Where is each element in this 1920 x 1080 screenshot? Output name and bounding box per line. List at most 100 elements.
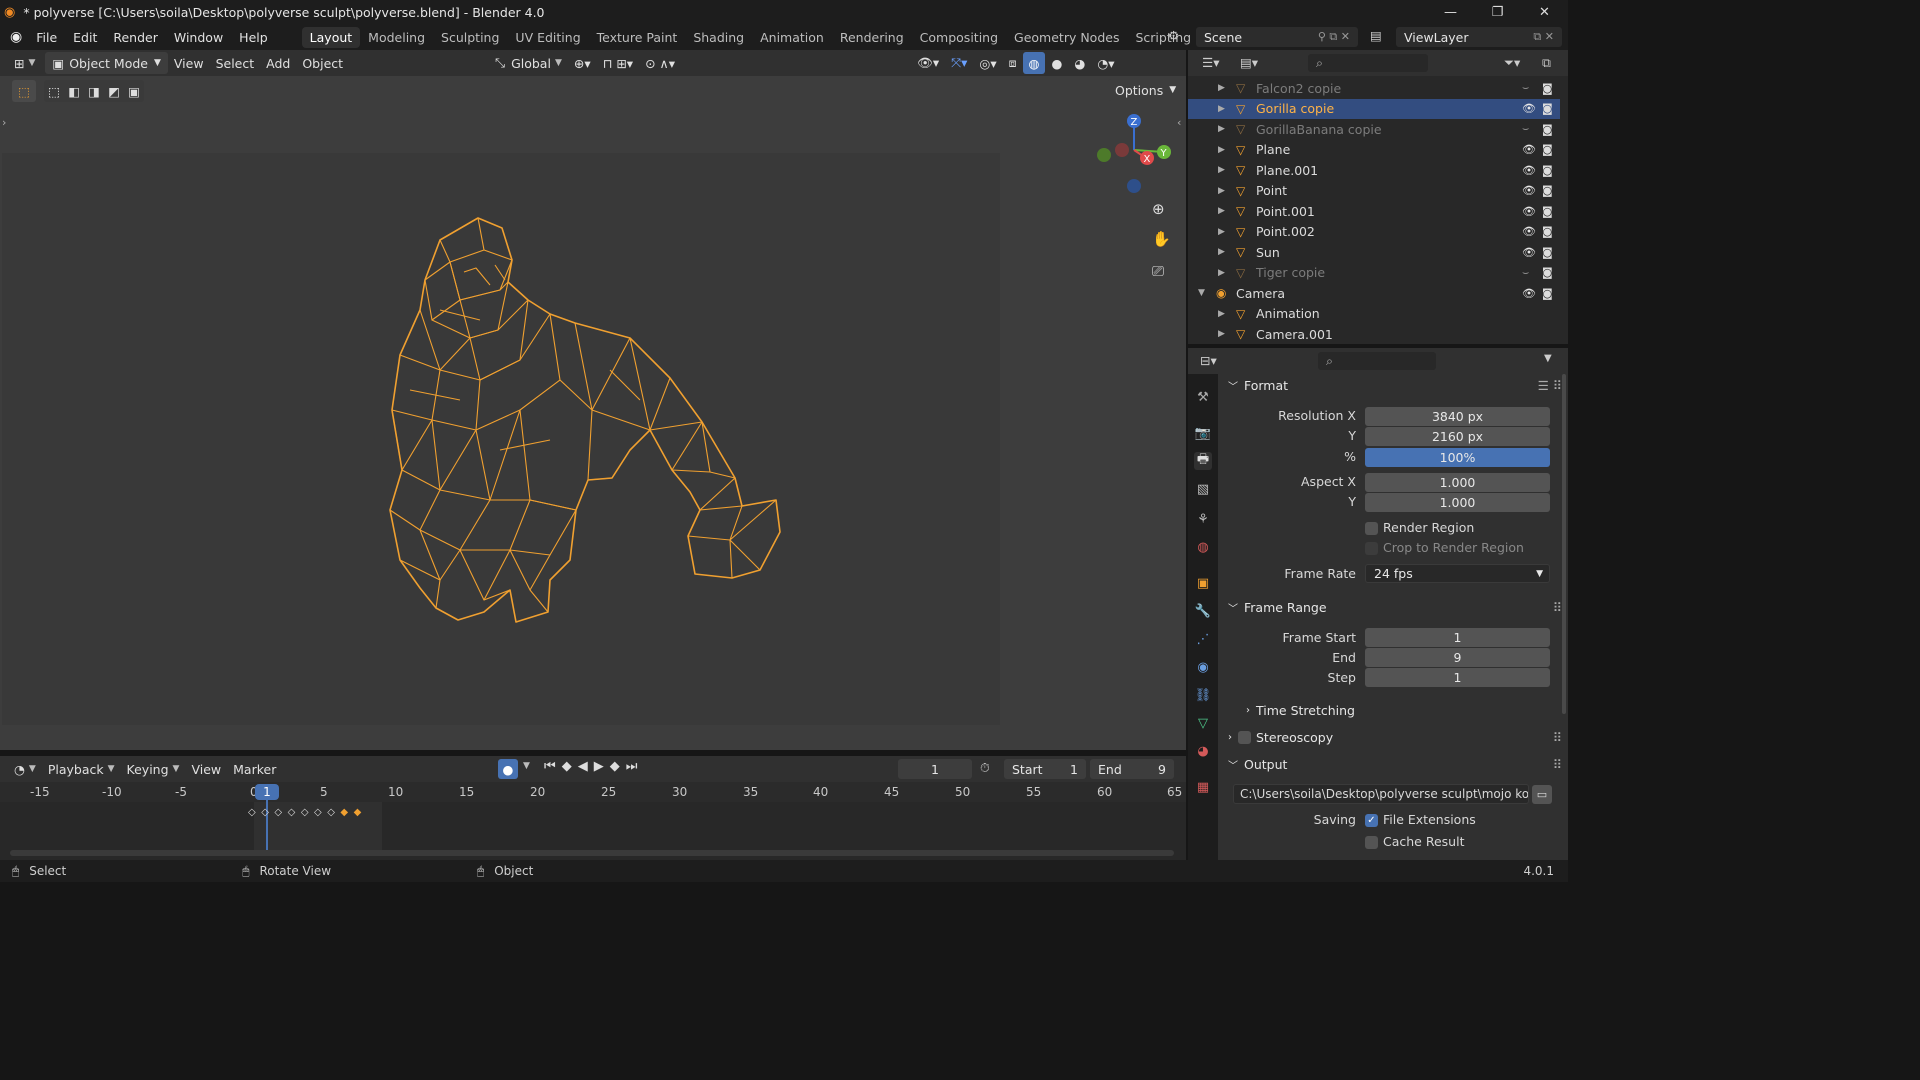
output-tab-icon[interactable]: 🖶 [1194, 452, 1212, 470]
frame-start-field[interactable]: 1 [1365, 628, 1550, 647]
render-visibility-icon[interactable]: ◙ [1542, 225, 1553, 238]
format-panel-header[interactable]: ﹀ Format ☰ ⠿ [1228, 374, 1562, 396]
expand-arrow-icon[interactable]: ▶ [1218, 206, 1225, 216]
tab-layout[interactable]: Layout [301, 26, 361, 48]
outliner-row[interactable]: ▶ ▽ Falcon2 copie ⌣ ◙ [1188, 78, 1560, 98]
outliner-row[interactable]: ▶ ▽ Sun 👁 ◙ [1188, 242, 1560, 262]
keyframe[interactable]: ◇ [314, 807, 322, 818]
scene-tab-icon[interactable]: ⚘ [1194, 510, 1212, 528]
view-layer-selector[interactable]: ViewLayer ⧉ ✕ [1396, 27, 1562, 47]
render-visibility-icon[interactable]: ◙ [1542, 143, 1553, 156]
drag-handle-icon[interactable]: ⠿ [1553, 757, 1562, 772]
start-frame-field[interactable]: Start 1 [1004, 759, 1086, 779]
keyframe[interactable]: ◇ [274, 807, 282, 818]
menu-render[interactable]: Render [105, 30, 166, 45]
render-visibility-icon[interactable]: ◙ [1542, 205, 1553, 218]
select-extend-icon[interactable]: ◧ [68, 84, 80, 99]
keyframe[interactable]: ◇ [327, 807, 335, 818]
new-collection-icon[interactable]: ⧉ [1542, 55, 1551, 71]
outliner-row[interactable]: ▶ ▽ GorillaBanana copie ⌣ ◙ [1188, 119, 1560, 139]
selection-mode-buttons[interactable]: ⬚ ◧ ◨ ◩ ▣ [44, 80, 144, 102]
new-view-layer-icon[interactable]: ⧉ ✕ [1533, 30, 1554, 44]
keying-options-icon[interactable]: ▼ [523, 761, 530, 771]
material-shading-icon[interactable]: ◕ [1068, 52, 1091, 74]
orientation-dropdown[interactable]: ⤡ Global ▼ [489, 52, 568, 74]
timeline-menu-marker[interactable]: Marker [227, 758, 282, 780]
timeline-area[interactable]: -15 -10 -5 0 5 10 15 20 25 30 35 40 45 5… [0, 782, 1186, 860]
tab-rendering[interactable]: Rendering [832, 27, 912, 48]
maximize-icon[interactable]: ❐ [1474, 0, 1521, 24]
eye-icon[interactable]: 👁 [1522, 143, 1536, 156]
tool-tab-icon[interactable]: ⚒ [1194, 388, 1212, 406]
keyframe[interactable]: ◇ [301, 807, 309, 818]
render-visibility-icon[interactable]: ◙ [1542, 82, 1553, 95]
xray-icon[interactable]: ⧈ [1003, 52, 1023, 74]
filter-icon[interactable]: ⏷▾ [1504, 55, 1520, 71]
stereoscopy-checkbox[interactable] [1238, 730, 1251, 744]
outliner-row[interactable]: ▶ ▽ Camera.001 [1188, 324, 1560, 344]
render-visibility-icon[interactable]: ◙ [1542, 246, 1553, 259]
properties-scrollbar[interactable] [1562, 374, 1566, 714]
editor-type-dropdown[interactable]: ⊞ ▼ [8, 52, 41, 74]
resolution-x-field[interactable]: 3840 px [1365, 407, 1550, 426]
tab-shading[interactable]: Shading [685, 27, 752, 48]
outliner-row[interactable]: ▶ ▽ Plane.001 👁 ◙ [1188, 160, 1560, 180]
play-icon[interactable]: ▶ [594, 759, 604, 774]
display-mode-icon[interactable]: ▤▾ [1240, 55, 1258, 70]
solid-shading-icon[interactable]: ● [1045, 52, 1068, 74]
timeline-menu-view[interactable]: View [185, 758, 227, 780]
tab-texture-paint[interactable]: Texture Paint [589, 27, 686, 48]
world-tab-icon[interactable]: ◍ [1194, 538, 1212, 556]
navigation-gizmo[interactable]: Z Y X [1092, 110, 1178, 200]
scene-selector[interactable]: Scene ⚲ ⧉ ✕ [1196, 27, 1358, 47]
expand-arrow-icon[interactable]: ▶ [1218, 104, 1225, 114]
tab-compositing[interactable]: Compositing [912, 27, 1006, 48]
tab-geometry-nodes[interactable]: Geometry Nodes [1006, 27, 1127, 48]
render-visibility-icon[interactable]: ◙ [1542, 184, 1553, 197]
play-reverse-icon[interactable]: ◀ [578, 759, 588, 774]
frame-range-panel-header[interactable]: ﹀ Frame Range ⠿ [1228, 596, 1562, 618]
pivot-icon[interactable]: ⊕▾ [568, 52, 597, 74]
output-path-field[interactable]: C:\Users\soila\Desktop\polyverse sculpt\… [1233, 784, 1529, 804]
select-new-icon[interactable]: ⬚ [48, 84, 60, 99]
eye-icon[interactable]: 👁 [1522, 246, 1536, 259]
outliner-row[interactable]: ▶ ▽ Plane 👁 ◙ [1188, 140, 1560, 160]
file-extensions-checkbox[interactable]: ✓ File Extensions [1365, 812, 1476, 827]
tab-modeling[interactable]: Modeling [360, 27, 433, 48]
folder-icon[interactable]: ▭ [1532, 785, 1552, 804]
snap-icon[interactable]: ⊓ ⊞▾ [597, 52, 639, 74]
prev-keyframe-icon[interactable]: ◆ [562, 759, 572, 774]
eye-icon[interactable]: 👁 [1522, 102, 1536, 115]
expand-arrow-icon[interactable]: ▶ [1218, 124, 1225, 134]
stopwatch-icon[interactable]: ⏱ [980, 760, 990, 776]
outliner-row[interactable]: ▶ ▽ Animation [1188, 304, 1560, 324]
view-layer-icon[interactable]: ▤ [1370, 28, 1382, 43]
expand-arrow-icon[interactable]: ▼ [1198, 288, 1205, 298]
eye-icon[interactable]: 👁 [1522, 164, 1536, 177]
timeline-menu-playback[interactable]: Playback ▼ [42, 758, 121, 780]
eye-icon[interactable]: 👁 [1522, 205, 1536, 218]
stereoscopy-panel-header[interactable]: › Stereoscopy ⠿ [1228, 726, 1562, 748]
rendered-shading-icon[interactable]: ◔▾ [1091, 52, 1120, 74]
keyframe[interactable]: ◆ [354, 807, 362, 818]
menu-file[interactable]: File [28, 30, 65, 45]
pin-icon[interactable]: ⚲ ⧉ ✕ [1318, 30, 1350, 44]
time-stretching-subpanel[interactable]: › Time Stretching [1246, 699, 1546, 721]
outliner-row[interactable]: ▶ ▽ Point.002 👁 ◙ [1188, 222, 1560, 242]
minimize-icon[interactable]: — [1427, 0, 1474, 24]
zoom-icon[interactable]: ⊕ [1152, 200, 1165, 218]
expand-arrow-icon[interactable]: ▶ [1218, 247, 1225, 257]
constraints-tab-icon[interactable]: ⛓ [1194, 686, 1212, 704]
view-layer-tab-icon[interactable]: ▧ [1194, 480, 1212, 498]
outliner-row[interactable]: ▶ ▽ Gorilla copie 👁 ◙ [1188, 98, 1560, 119]
options-dropdown[interactable]: Options ▼ [1108, 79, 1184, 101]
keyframe[interactable]: ◇ [288, 807, 296, 818]
modifier-tab-icon[interactable]: 🔧 [1194, 602, 1212, 620]
playhead-marker[interactable]: 1 [255, 784, 279, 800]
gizmo-icon[interactable]: ⤧▾ [945, 52, 973, 74]
checkbox-checked-icon[interactable]: ✓ [1365, 814, 1378, 827]
overlay-icon[interactable]: ◎▾ [973, 52, 1002, 74]
render-visibility-icon[interactable]: ◙ [1542, 287, 1553, 300]
keyframe[interactable]: ◇ [248, 807, 256, 818]
expand-arrow-icon[interactable]: ▶ [1218, 309, 1225, 319]
